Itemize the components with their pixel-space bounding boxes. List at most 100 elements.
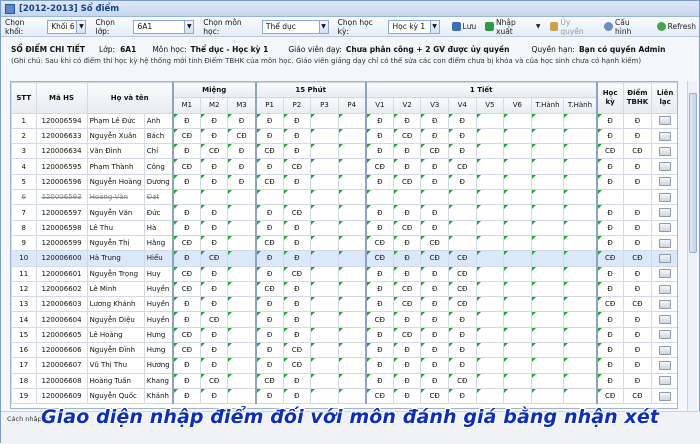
score-cell[interactable]: Đ: [227, 173, 257, 191]
score-cell[interactable]: Đ: [420, 372, 449, 389]
score-cell[interactable]: [447, 234, 477, 252]
score-cell[interactable]: [503, 127, 532, 145]
score-cell[interactable]: [475, 234, 505, 252]
score-cell[interactable]: Đ: [254, 326, 284, 344]
score-cell[interactable]: [475, 112, 505, 129]
score-cell[interactable]: [227, 234, 257, 252]
score-cell[interactable]: [530, 219, 565, 236]
score-cell[interactable]: [563, 189, 598, 206]
score-cell[interactable]: Đ: [392, 357, 422, 374]
score-cell[interactable]: [503, 112, 532, 129]
score-cell[interactable]: CĐ: [199, 311, 229, 328]
score-cell[interactable]: [310, 173, 339, 191]
score-cell[interactable]: Đ: [227, 143, 257, 160]
scrollbar-thumb[interactable]: [689, 93, 697, 253]
score-cell[interactable]: [530, 189, 565, 206]
score-cell[interactable]: [475, 173, 505, 191]
score-cell[interactable]: Đ: [447, 342, 477, 359]
score-cell[interactable]: [475, 326, 505, 344]
score-cell[interactable]: [447, 204, 477, 221]
score-cell[interactable]: Đ: [199, 234, 229, 252]
score-cell[interactable]: [530, 173, 565, 191]
score-cell[interactable]: [503, 219, 532, 236]
score-cell[interactable]: [563, 265, 598, 282]
score-cell[interactable]: Đ: [364, 372, 394, 389]
score-cell[interactable]: [530, 112, 565, 129]
score-cell[interactable]: [310, 357, 339, 374]
score-cell[interactable]: Đ: [199, 173, 229, 191]
score-cell[interactable]: Đ: [282, 127, 312, 145]
score-cell[interactable]: [503, 204, 532, 221]
score-cell[interactable]: [503, 311, 532, 328]
score-cell[interactable]: Đ: [420, 173, 449, 191]
score-cell[interactable]: Đ: [282, 112, 312, 129]
score-cell[interactable]: [503, 342, 532, 359]
score-cell[interactable]: [310, 265, 339, 282]
hocky-cell[interactable]: CĐ: [595, 387, 624, 405]
table-row[interactable]: 4 120006595 Phạm Thành Công CĐ Đ Đ Đ CĐ CĐ Đ Đ CĐ Đ Đ: [11, 158, 677, 175]
score-cell[interactable]: Đ: [447, 357, 477, 374]
edit-note-icon[interactable]: [659, 315, 672, 325]
score-cell[interactable]: [503, 387, 532, 405]
score-cell[interactable]: [310, 234, 339, 252]
edit-note-icon[interactable]: [659, 269, 672, 279]
score-cell[interactable]: [447, 189, 477, 206]
contact-cell[interactable]: [651, 296, 677, 313]
contact-cell[interactable]: [651, 250, 677, 267]
score-cell[interactable]: [475, 219, 505, 236]
score-cell[interactable]: [337, 372, 367, 389]
score-cell[interactable]: Đ: [282, 143, 312, 160]
score-cell[interactable]: Đ: [254, 127, 284, 145]
score-cell[interactable]: [337, 234, 367, 252]
score-cell[interactable]: [563, 173, 598, 191]
score-cell[interactable]: Đ: [364, 296, 394, 313]
score-cell[interactable]: Đ: [420, 158, 449, 175]
score-cell[interactable]: CĐ: [199, 250, 229, 267]
score-cell[interactable]: [475, 189, 505, 206]
score-cell[interactable]: [337, 265, 367, 282]
score-cell[interactable]: [563, 311, 598, 328]
score-cell[interactable]: Đ: [199, 280, 229, 298]
edit-note-icon[interactable]: [659, 146, 672, 156]
hocky-cell[interactable]: Đ: [595, 127, 624, 145]
score-cell[interactable]: CĐ: [171, 280, 201, 298]
score-cell[interactable]: CĐ: [171, 342, 201, 359]
score-cell[interactable]: [475, 357, 505, 374]
edit-note-icon[interactable]: [659, 345, 672, 355]
score-cell[interactable]: [503, 250, 532, 267]
score-cell[interactable]: Đ: [171, 219, 201, 236]
score-cell[interactable]: [227, 219, 257, 236]
score-cell[interactable]: Đ: [447, 326, 477, 344]
score-cell[interactable]: CĐ: [282, 342, 312, 359]
table-row[interactable]: 17 120006607 Vũ Thị Thu Hương Đ Đ Đ CĐ Đ Đ Đ Đ Đ Đ: [11, 357, 677, 374]
score-cell[interactable]: CĐ: [171, 265, 201, 282]
score-cell[interactable]: [563, 219, 598, 236]
score-cell[interactable]: [563, 112, 598, 129]
score-cell[interactable]: Đ: [171, 250, 201, 267]
contact-cell[interactable]: [651, 280, 677, 298]
score-cell[interactable]: Đ: [364, 265, 394, 282]
score-cell[interactable]: [503, 296, 532, 313]
contact-cell[interactable]: [651, 234, 677, 252]
hocky-cell[interactable]: Đ: [595, 265, 624, 282]
table-row[interactable]: 19 120006609 Nguyễn Quốc Khánh Đ Đ Đ Đ CĐ Đ CĐ Đ CĐ C…: [11, 387, 677, 405]
score-cell[interactable]: Đ: [420, 127, 449, 145]
score-cell[interactable]: Đ: [282, 173, 312, 191]
score-cell[interactable]: Đ: [254, 250, 284, 267]
score-cell[interactable]: CĐ: [447, 296, 477, 313]
hocky-cell[interactable]: Đ: [595, 342, 624, 359]
score-cell[interactable]: Đ: [171, 387, 201, 405]
score-cell[interactable]: Đ: [420, 280, 449, 298]
score-cell[interactable]: [475, 158, 505, 175]
score-cell[interactable]: [530, 250, 565, 267]
contact-cell[interactable]: [651, 189, 677, 206]
config-button[interactable]: Cấu hình: [601, 18, 650, 36]
score-cell[interactable]: CĐ: [171, 326, 201, 344]
score-cell[interactable]: [310, 219, 339, 236]
score-cell[interactable]: [475, 265, 505, 282]
score-cell[interactable]: Đ: [254, 342, 284, 359]
score-cell[interactable]: [310, 342, 339, 359]
edit-note-icon[interactable]: [659, 116, 672, 126]
edit-note-icon[interactable]: [659, 360, 672, 370]
score-cell[interactable]: [310, 204, 339, 221]
